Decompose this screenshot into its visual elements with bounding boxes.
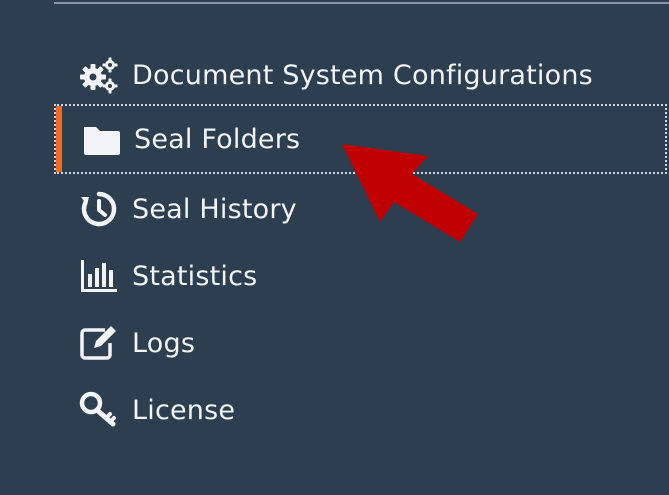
gears-icon bbox=[76, 52, 122, 98]
menu-item-label: Document System Configurations bbox=[132, 59, 593, 91]
menu-item-label: Seal Folders bbox=[134, 123, 301, 155]
menu-item-statistics[interactable]: Statistics bbox=[54, 243, 667, 309]
menu-item-license[interactable]: License bbox=[54, 377, 667, 443]
menu-item-document-system-configurations[interactable]: Document System Configurations bbox=[54, 42, 667, 108]
menu-item-logs[interactable]: Logs bbox=[54, 310, 667, 376]
menu-item-seal-folders[interactable]: Seal Folders bbox=[54, 104, 667, 174]
menu-item-seal-history[interactable]: Seal History bbox=[54, 176, 667, 242]
bar-chart-icon bbox=[76, 253, 122, 299]
menu-item-label: Seal History bbox=[132, 193, 297, 225]
active-indicator bbox=[56, 106, 62, 172]
folder-icon bbox=[78, 116, 124, 162]
top-divider bbox=[54, 2, 669, 4]
sidebar-menu-screenshot: Document System Configurations Seal Fold… bbox=[0, 0, 669, 495]
history-icon bbox=[76, 186, 122, 232]
menu-item-label: Logs bbox=[132, 327, 196, 359]
edit-icon bbox=[76, 320, 122, 366]
key-icon bbox=[76, 387, 122, 433]
menu-item-label: Statistics bbox=[132, 260, 258, 292]
menu-item-label: License bbox=[132, 394, 236, 426]
